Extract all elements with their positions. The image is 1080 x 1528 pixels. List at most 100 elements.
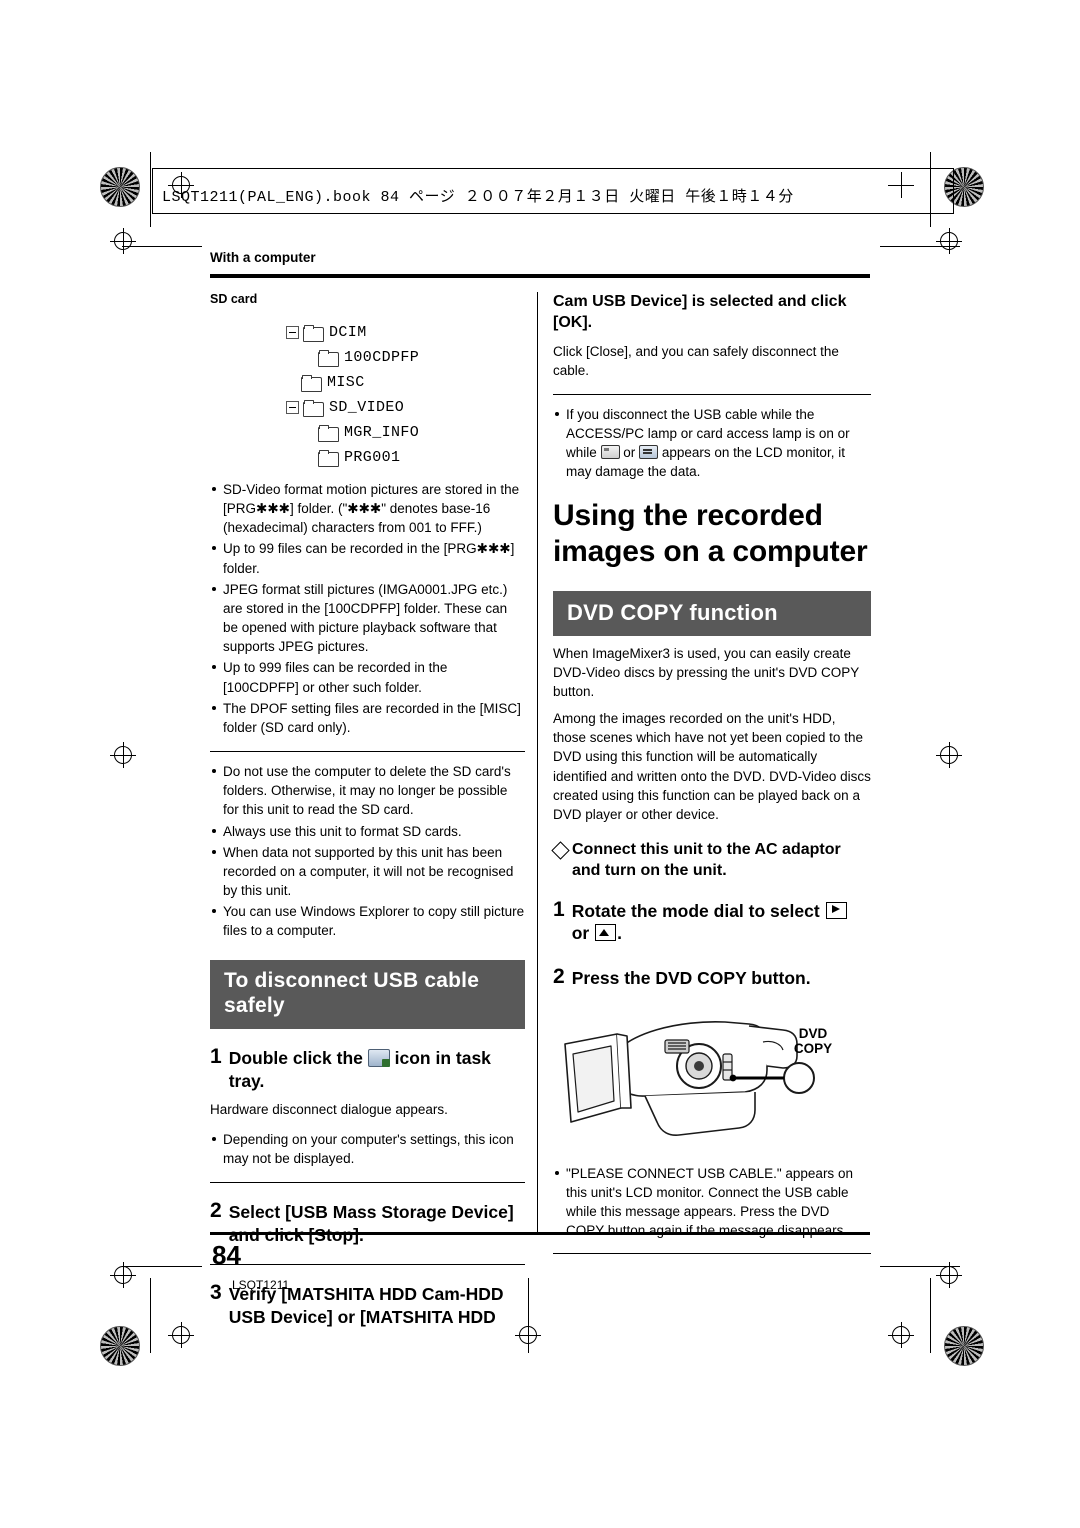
dvd-copy-note-list: "PLEASE CONNECT USB CABLE." appears on t… xyxy=(553,1164,871,1241)
folder-icon xyxy=(318,350,339,367)
column-divider xyxy=(537,292,538,1232)
usb-plug-icon xyxy=(639,445,659,460)
list-item: The DPOF setting files are recorded in t… xyxy=(210,699,525,737)
divider-rule xyxy=(553,1252,871,1254)
crop-mark-top-left-v xyxy=(150,152,151,227)
folder-icon xyxy=(303,400,324,417)
step-text: Select [USB Mass Storage Device] and cli… xyxy=(228,1201,514,1245)
list-item: You can use Windows Explorer to copy sti… xyxy=(210,902,525,940)
tree-row[interactable]: PRG001 xyxy=(210,445,525,470)
step-text: Press the DVD COPY button. xyxy=(571,968,811,989)
usb-safely-remove-icon xyxy=(367,1048,390,1067)
registration-star-bottom-left xyxy=(100,1326,140,1366)
list-item: If you disconnect the USB cable while th… xyxy=(553,405,871,482)
list-item: Always use this unit to format SD cards. xyxy=(210,822,525,841)
folder-icon xyxy=(301,375,322,392)
dvd-copy-callout-line-2: COPY xyxy=(793,1041,833,1057)
registration-target-right xyxy=(936,228,962,254)
section-heading-disconnect-usb: To disconnect USB cable safely xyxy=(210,960,525,1029)
page-number: 84 xyxy=(212,1240,241,1270)
list-item: Do not use the computer to delete the SD… xyxy=(210,762,525,819)
page-title: Using the recorded images on a computer xyxy=(553,498,868,569)
divider-rule xyxy=(210,751,525,753)
tree-item-label: MISC xyxy=(327,374,365,391)
crop-mark-bottom-right-v xyxy=(930,1278,931,1353)
notes-list-sd-cautions: Do not use the computer to delete the SD… xyxy=(210,762,525,940)
sd-card-label: SD card xyxy=(210,292,258,306)
step-1-double-click: 1 Double click the icon in task tray. xyxy=(210,1045,525,1093)
step-1-note-list: Depending on your computer's settings, t… xyxy=(210,1130,525,1168)
step-text-before: Rotate the mode dial to select xyxy=(571,900,820,921)
warning-text-mid: or xyxy=(623,445,636,461)
list-item: Up to 999 files can be recorded in the [… xyxy=(210,658,525,696)
tree-row[interactable]: 100CDPFP xyxy=(210,345,525,370)
tree-item-label: MGR_INFO xyxy=(344,424,420,441)
crop-mark-bottom-left-h xyxy=(122,1266,202,1267)
tree-row[interactable]: SD_VIDEO xyxy=(210,395,525,420)
step-number: 1 xyxy=(210,1044,222,1068)
list-item: JPEG format still pictures (IMGA0001.JPG… xyxy=(210,580,525,657)
folder-icon xyxy=(303,325,324,342)
divider-rule xyxy=(210,1264,525,1266)
section-heading-dvd-copy: DVD COPY function xyxy=(553,590,871,636)
document-code: LSQT1211 xyxy=(232,1278,290,1292)
photo-mode-icon xyxy=(595,924,617,942)
divider-rule xyxy=(210,1181,525,1183)
tree-row[interactable]: DCIM xyxy=(210,320,525,345)
right-column: Cam USB Device] is selected and click [O… xyxy=(553,292,871,1254)
registration-target-mid-right xyxy=(936,742,962,768)
registration-target-left xyxy=(110,228,136,254)
crop-mark-bottom-left-v xyxy=(150,1278,151,1353)
sd-card-folder-tree: DCIM 100CDPFP MISC SD_VIDEO MGR_INFO PRG… xyxy=(210,320,525,470)
list-item: SD-Video format motion pictures are stor… xyxy=(210,480,525,537)
continued-step-description: Click [Close], and you can safely discon… xyxy=(553,343,839,378)
folder-icon xyxy=(318,450,339,467)
dvd-copy-callout-line-1: DVD xyxy=(798,1025,828,1041)
step-number: 3 xyxy=(210,1281,222,1305)
step-number: 2 xyxy=(553,965,565,989)
tree-item-label: 100CDPFP xyxy=(344,349,420,366)
list-item: Up to 99 files can be recorded in the [P… xyxy=(210,539,525,577)
book-header-line: LSQT1211(PAL_ENG).book 84 ページ ２００７年２月１３日… xyxy=(162,188,794,206)
tree-item-label: PRG001 xyxy=(344,449,401,466)
footer-rule xyxy=(210,1232,870,1235)
playback-mode-icon xyxy=(825,901,847,919)
header-rule xyxy=(210,274,870,278)
step-2-select-usb-mass-storage: 2 Select [USB Mass Storage Device] and c… xyxy=(210,1199,525,1247)
crop-mark-bottom-right-h xyxy=(880,1266,960,1267)
crop-mark-top-left-h xyxy=(122,246,202,247)
expander-icon[interactable] xyxy=(286,326,299,339)
dvd-copy-paragraph-2: Among the images recorded on the unit's … xyxy=(553,711,871,822)
sd-card-icon xyxy=(600,445,620,460)
step-2-press-dvd-copy: 2 Press the DVD COPY button. xyxy=(553,965,871,990)
tree-row[interactable]: MISC xyxy=(210,370,525,395)
continued-step-heading: Cam USB Device] is selected and click [O… xyxy=(553,293,847,331)
step-text-before: Double click the xyxy=(228,1047,363,1068)
camcorder-illustration: DVD COPY xyxy=(553,1004,871,1156)
registration-target-bottom-center-right xyxy=(888,1322,914,1348)
list-item: "PLEASE CONNECT USB CABLE." appears on t… xyxy=(553,1164,871,1241)
tree-row[interactable]: MGR_INFO xyxy=(210,420,525,445)
diamond-heading-connect-ac: Connect this unit to the AC adaptor and … xyxy=(553,840,871,882)
registration-target-mid-left xyxy=(110,742,136,768)
expander-icon[interactable] xyxy=(286,401,299,414)
step-number: 1 xyxy=(553,897,565,921)
list-item: When data not supported by this unit has… xyxy=(210,843,525,900)
step-1-description: Hardware disconnect dialogue appears. xyxy=(210,1102,448,1118)
usb-warning-list: If you disconnect the USB cable while th… xyxy=(553,405,871,482)
notes-list-sd-structure: SD-Video format motion pictures are stor… xyxy=(210,480,525,737)
crop-mark-top-right-h xyxy=(880,246,960,247)
folder-icon xyxy=(318,425,339,442)
step-1-rotate-mode-dial: 1 Rotate the mode dial to select or . xyxy=(553,898,871,946)
list-item: Depending on your computer's settings, t… xyxy=(210,1130,525,1168)
running-head: With a computer xyxy=(210,250,316,265)
registration-star-top-left xyxy=(100,167,140,207)
step-text-after: . xyxy=(617,923,622,944)
dvd-copy-paragraph-1: When ImageMixer3 is used, you can easily… xyxy=(553,645,859,699)
registration-target-bottom-center-left xyxy=(168,1322,194,1348)
left-column: SD card DCIM 100CDPFP MISC SD_VIDEO MGR_… xyxy=(210,292,525,1329)
crop-mark-bottom-center-v xyxy=(528,1278,529,1353)
tree-item-label: DCIM xyxy=(329,324,367,341)
registration-star-bottom-right xyxy=(944,1326,984,1366)
divider-rule xyxy=(553,393,871,395)
